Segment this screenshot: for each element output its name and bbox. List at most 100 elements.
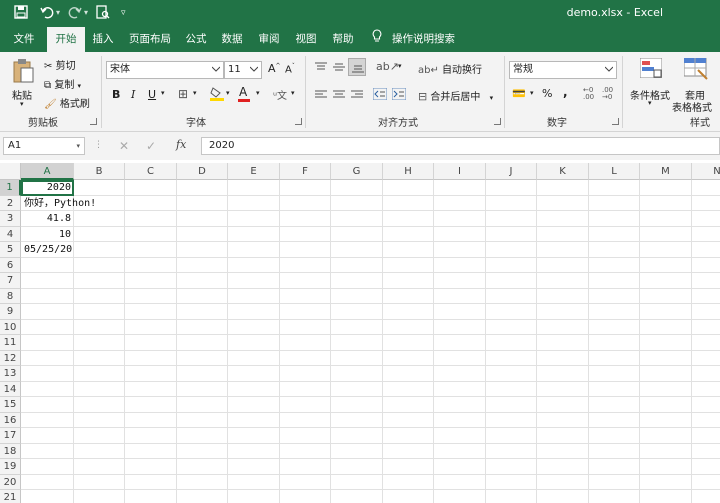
font-name-select[interactable]: 宋体 xyxy=(106,61,224,79)
tab-review[interactable]: 审阅 xyxy=(253,27,285,52)
row-header[interactable]: 1 xyxy=(0,180,21,196)
tell-me-search[interactable]: 操作说明搜索 xyxy=(372,27,455,52)
underline-button[interactable]: U xyxy=(148,88,156,101)
row-header[interactable]: 9 xyxy=(0,304,21,320)
cell-a2[interactable]: 你好，Python! xyxy=(24,196,96,211)
decrease-decimal-icon[interactable]: .00 →0 xyxy=(602,87,613,101)
accounting-format-icon[interactable]: 💳 xyxy=(512,87,526,100)
row-header[interactable]: 11 xyxy=(0,335,21,351)
row-header[interactable]: 12 xyxy=(0,350,21,366)
cell-a4[interactable]: 10 xyxy=(21,227,71,242)
increase-decimal-icon[interactable]: ←0.00 xyxy=(583,87,594,101)
column-header[interactable]: E xyxy=(228,163,280,180)
column-header[interactable]: D xyxy=(177,163,228,180)
column-header[interactable]: M xyxy=(640,163,692,180)
tab-help[interactable]: 帮助 xyxy=(327,27,359,52)
phonetic-dropdown-icon[interactable]: ▾ xyxy=(291,89,295,97)
bold-button[interactable]: B xyxy=(112,88,120,101)
decrease-font-icon[interactable]: Aˇ xyxy=(285,63,295,75)
row-header[interactable]: 13 xyxy=(0,366,21,382)
align-middle-icon[interactable] xyxy=(333,62,345,75)
column-header[interactable]: H xyxy=(383,163,434,180)
orientation-dropdown-icon[interactable]: ▾ xyxy=(398,62,402,70)
number-launcher-icon[interactable] xyxy=(612,118,619,125)
save-icon[interactable] xyxy=(14,5,28,21)
number-format-select[interactable]: 常规 xyxy=(509,61,617,79)
row-header[interactable]: 14 xyxy=(0,381,21,397)
enter-check-icon[interactable]: ✓ xyxy=(146,139,156,153)
comma-button[interactable]: , xyxy=(563,85,568,99)
print-preview-icon[interactable] xyxy=(96,5,110,21)
conditional-formatting-button[interactable]: 条件格式 ▾ xyxy=(628,56,674,112)
row-header[interactable]: 17 xyxy=(0,428,21,444)
row-header[interactable]: 19 xyxy=(0,459,21,475)
row-header[interactable]: 15 xyxy=(0,397,21,413)
row-header[interactable]: 20 xyxy=(0,474,21,490)
fill-color-icon[interactable] xyxy=(210,86,224,105)
row-header[interactable]: 4 xyxy=(0,226,21,242)
borders-dropdown-icon[interactable]: ▾ xyxy=(193,89,197,97)
column-header[interactable]: I xyxy=(434,163,486,180)
cell-a3[interactable]: 41.8 xyxy=(21,211,71,226)
format-as-table-button[interactable]: 套用 表格格式 xyxy=(672,56,720,114)
format-painter-button[interactable]: 🖌 格式刷 xyxy=(44,95,90,110)
tab-formulas[interactable]: 公式 xyxy=(180,27,212,52)
name-box-dropdown-icon[interactable]: ▾ xyxy=(76,138,80,154)
font-size-select[interactable]: 11 xyxy=(224,61,262,79)
redo-icon[interactable] xyxy=(68,5,82,21)
align-left-icon[interactable] xyxy=(315,90,327,103)
column-header[interactable]: A xyxy=(21,163,74,180)
tab-file[interactable]: 文件 xyxy=(6,27,42,52)
undo-icon[interactable] xyxy=(40,5,54,21)
alignment-launcher-icon[interactable] xyxy=(494,118,501,125)
customize-quick-access-icon[interactable]: ▿ xyxy=(121,5,126,21)
increase-indent-icon[interactable] xyxy=(391,87,407,103)
row-header[interactable]: 8 xyxy=(0,288,21,304)
row-header[interactable]: 16 xyxy=(0,412,21,428)
merge-center-button[interactable]: ⊟ 合并后居中 ▾ xyxy=(418,88,493,103)
worksheet-grid[interactable]: A B C D E F G H I J K L M N 1 2 3 4 5 6 7 8 9 10 11 12 13 14 15 16 17 1… xyxy=(0,163,720,503)
fill-color-dropdown-icon[interactable]: ▾ xyxy=(226,89,230,97)
increase-font-icon[interactable]: A^ xyxy=(268,62,281,75)
row-header[interactable]: 6 xyxy=(0,257,21,273)
wrap-text-button[interactable]: ab↵ 自动换行 xyxy=(418,61,482,76)
font-color-dropdown-icon[interactable]: ▾ xyxy=(256,89,260,97)
percent-button[interactable]: % xyxy=(542,87,552,100)
borders-icon[interactable]: ⊞ xyxy=(178,87,188,101)
underline-dropdown-icon[interactable]: ▾ xyxy=(161,89,165,97)
tab-page-layout[interactable]: 页面布局 xyxy=(124,27,176,52)
insert-function-button[interactable]: fx xyxy=(176,138,186,151)
tab-insert[interactable]: 插入 xyxy=(87,27,119,52)
italic-button[interactable]: I xyxy=(131,88,135,101)
row-header[interactable]: 21 xyxy=(0,490,21,503)
column-header[interactable]: G xyxy=(331,163,383,180)
row-header[interactable]: 5 xyxy=(0,242,21,258)
align-right-icon[interactable] xyxy=(351,90,363,103)
name-box[interactable]: A1 ▾ xyxy=(3,137,85,155)
font-color-button[interactable]: A xyxy=(238,85,250,102)
decrease-indent-icon[interactable] xyxy=(372,87,388,103)
cell-a5[interactable]: 05/25/20 xyxy=(24,242,72,257)
orientation-icon[interactable]: ab↗ xyxy=(376,60,399,73)
column-header[interactable]: B xyxy=(74,163,125,180)
cut-button[interactable]: ✂ 剪切 xyxy=(44,57,76,72)
tab-data[interactable]: 数据 xyxy=(216,27,248,52)
align-top-icon[interactable] xyxy=(315,62,327,75)
row-header[interactable]: 18 xyxy=(0,443,21,459)
tab-view[interactable]: 视图 xyxy=(290,27,322,52)
paste-button[interactable]: 粘贴 ▾ xyxy=(8,56,38,110)
font-launcher-icon[interactable] xyxy=(295,118,302,125)
align-bottom-icon[interactable] xyxy=(348,58,366,76)
formula-input[interactable]: 2020 xyxy=(201,137,720,155)
tab-home[interactable]: 开始 xyxy=(47,27,85,52)
clipboard-launcher-icon[interactable] xyxy=(90,118,97,125)
column-header[interactable]: F xyxy=(280,163,331,180)
select-all-corner[interactable] xyxy=(0,163,21,180)
copy-button[interactable]: ⧉ 复制 ▾ xyxy=(44,76,81,91)
phonetic-guide-icon[interactable]: ᵘ文 xyxy=(273,87,287,102)
row-header[interactable]: 3 xyxy=(0,211,21,227)
column-header[interactable]: K xyxy=(537,163,589,180)
accounting-dropdown-icon[interactable]: ▾ xyxy=(530,89,534,97)
undo-dropdown-icon[interactable]: ▾ xyxy=(56,5,60,21)
column-header[interactable]: C xyxy=(125,163,177,180)
